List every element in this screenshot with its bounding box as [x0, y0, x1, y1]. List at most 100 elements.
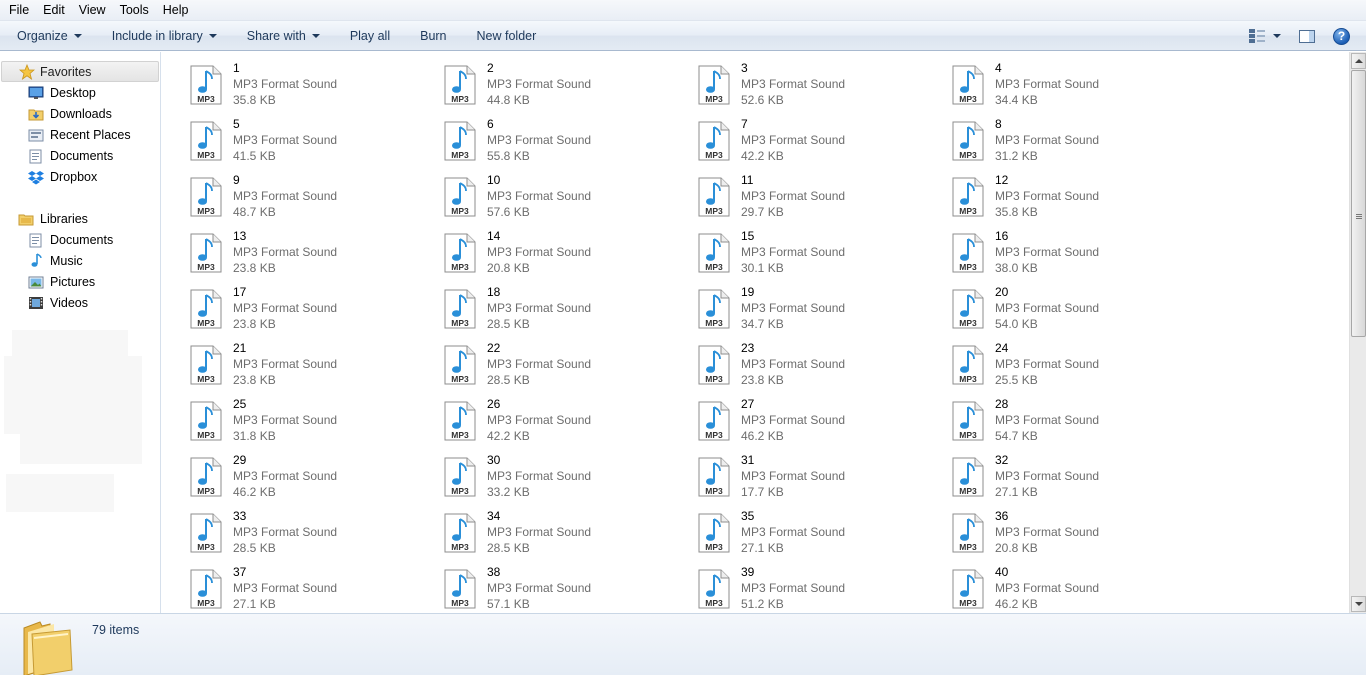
nav-item-pictures[interactable]: Pictures	[28, 271, 95, 292]
file-item[interactable]: MP3 22 MP3 Format Sound 28.5 KB	[442, 340, 682, 390]
svg-text:MP3: MP3	[451, 430, 469, 440]
file-item[interactable]: MP3 32 MP3 Format Sound 27.1 KB	[950, 452, 1190, 502]
svg-text:MP3: MP3	[705, 598, 723, 608]
svg-text:MP3: MP3	[705, 94, 723, 104]
file-item[interactable]: MP3 36 MP3 Format Sound 20.8 KB	[950, 508, 1190, 558]
file-item[interactable]: MP3 7 MP3 Format Sound 42.2 KB	[696, 116, 936, 166]
file-item[interactable]: MP3 11 MP3 Format Sound 29.7 KB	[696, 172, 936, 222]
file-size: 28.5 KB	[487, 317, 530, 331]
file-text: 12 MP3 Format Sound 35.8 KB	[995, 172, 1099, 222]
file-item[interactable]: MP3 9 MP3 Format Sound 48.7 KB	[188, 172, 428, 222]
file-item[interactable]: MP3 3 MP3 Format Sound 52.6 KB	[696, 60, 936, 110]
nav-item-music[interactable]: Music	[28, 250, 83, 271]
file-item[interactable]: MP3 40 MP3 Format Sound 46.2 KB	[950, 564, 1190, 613]
vertical-scrollbar[interactable]	[1349, 52, 1366, 613]
mp3-icon-wrapper: MP3	[950, 508, 988, 556]
redacted-area	[6, 474, 114, 512]
menu-help[interactable]: Help	[156, 0, 196, 21]
file-text: 34 MP3 Format Sound 28.5 KB	[487, 508, 591, 558]
play-all-button[interactable]: Play all	[332, 21, 402, 51]
file-name: 21	[233, 341, 247, 355]
scroll-up-button[interactable]	[1351, 53, 1366, 69]
preview-pane-button[interactable]	[1299, 25, 1315, 47]
file-item[interactable]: MP3 26 MP3 Format Sound 42.2 KB	[442, 396, 682, 446]
file-item[interactable]: MP3 17 MP3 Format Sound 23.8 KB	[188, 284, 428, 334]
file-item[interactable]: MP3 19 MP3 Format Sound 34.7 KB	[696, 284, 936, 334]
file-item[interactable]: MP3 13 MP3 Format Sound 23.8 KB	[188, 228, 428, 278]
menu-tools[interactable]: Tools	[113, 0, 156, 21]
chevron-down-icon	[208, 34, 217, 38]
file-item[interactable]: MP3 25 MP3 Format Sound 31.8 KB	[188, 396, 428, 446]
file-item[interactable]: MP3 29 MP3 Format Sound 46.2 KB	[188, 452, 428, 502]
file-item[interactable]: MP3 5 MP3 Format Sound 41.5 KB	[188, 116, 428, 166]
scroll-down-button[interactable]	[1351, 596, 1366, 612]
mp3-icon-wrapper: MP3	[950, 396, 988, 444]
file-item[interactable]: MP3 8 MP3 Format Sound 31.2 KB	[950, 116, 1190, 166]
organize-label: Organize	[17, 28, 68, 43]
file-item[interactable]: MP3 37 MP3 Format Sound 27.1 KB	[188, 564, 428, 613]
file-item[interactable]: MP3 30 MP3 Format Sound 33.2 KB	[442, 452, 682, 502]
share-with-button[interactable]: Share with	[229, 21, 332, 51]
file-item[interactable]: MP3 38 MP3 Format Sound 57.1 KB	[442, 564, 682, 613]
file-item[interactable]: MP3 6 MP3 Format Sound 55.8 KB	[442, 116, 682, 166]
nav-item-desktop[interactable]: Desktop	[28, 82, 96, 103]
include-in-library-button[interactable]: Include in library	[94, 21, 229, 51]
file-item[interactable]: MP3 10 MP3 Format Sound 57.6 KB	[442, 172, 682, 222]
file-item[interactable]: MP3 35 MP3 Format Sound 27.1 KB	[696, 508, 936, 558]
nav-item-documents[interactable]: Documents	[28, 145, 113, 166]
svg-text:MP3: MP3	[197, 318, 215, 328]
help-button[interactable]: ?	[1333, 25, 1350, 47]
organize-button[interactable]: Organize	[0, 21, 94, 51]
file-name: 31	[741, 453, 755, 467]
command-bar: Organize Include in library Share with P…	[0, 21, 1366, 51]
file-item[interactable]: MP3 18 MP3 Format Sound 28.5 KB	[442, 284, 682, 334]
file-item[interactable]: MP3 39 MP3 Format Sound 51.2 KB	[696, 564, 936, 613]
file-name: 8	[995, 117, 1002, 131]
nav-item-downloads[interactable]: Downloads	[28, 103, 112, 124]
nav-item-library-documents[interactable]: Documents	[28, 229, 113, 250]
file-item[interactable]: MP3 23 MP3 Format Sound 23.8 KB	[696, 340, 936, 390]
file-item[interactable]: MP3 14 MP3 Format Sound 20.8 KB	[442, 228, 682, 278]
nav-item-dropbox[interactable]: Dropbox	[28, 166, 97, 187]
file-type: MP3 Format Sound	[487, 413, 592, 427]
menu-file[interactable]: File	[2, 0, 36, 21]
mp3-icon-wrapper: MP3	[950, 284, 988, 332]
file-item[interactable]: MP3 4 MP3 Format Sound 34.4 KB	[950, 60, 1190, 110]
file-item[interactable]: MP3 16 MP3 Format Sound 38.0 KB	[950, 228, 1190, 278]
menu-view[interactable]: View	[72, 0, 113, 21]
file-size: 25.5 KB	[995, 373, 1038, 387]
file-item[interactable]: MP3 15 MP3 Format Sound 30.1 KB	[696, 228, 936, 278]
change-view-button[interactable]	[1249, 25, 1281, 47]
scroll-thumb[interactable]	[1351, 70, 1366, 337]
file-name: 27	[741, 397, 755, 411]
nav-favorites[interactable]: Favorites	[1, 61, 159, 82]
mp3-file-icon: MP3	[444, 345, 476, 385]
menu-edit[interactable]: Edit	[36, 0, 72, 21]
new-folder-button[interactable]: New folder	[459, 21, 549, 51]
burn-button[interactable]: Burn	[402, 21, 458, 51]
file-item[interactable]: MP3 21 MP3 Format Sound 23.8 KB	[188, 340, 428, 390]
nav-item-videos[interactable]: Videos	[28, 292, 88, 313]
file-type: MP3 Format Sound	[487, 133, 592, 147]
file-item[interactable]: MP3 2 MP3 Format Sound 44.8 KB	[442, 60, 682, 110]
svg-text:MP3: MP3	[959, 150, 977, 160]
file-item[interactable]: MP3 31 MP3 Format Sound 17.7 KB	[696, 452, 936, 502]
file-item[interactable]: MP3 34 MP3 Format Sound 28.5 KB	[442, 508, 682, 558]
file-type: MP3 Format Sound	[741, 133, 846, 147]
file-item[interactable]: MP3 24 MP3 Format Sound 25.5 KB	[950, 340, 1190, 390]
file-item[interactable]: MP3 1 MP3 Format Sound 35.8 KB	[188, 60, 428, 110]
file-item[interactable]: MP3 20 MP3 Format Sound 54.0 KB	[950, 284, 1190, 334]
file-text: 21 MP3 Format Sound 23.8 KB	[233, 340, 337, 390]
file-size: 42.2 KB	[487, 429, 530, 443]
file-item[interactable]: MP3 28 MP3 Format Sound 54.7 KB	[950, 396, 1190, 446]
nav-libraries[interactable]: Libraries	[18, 208, 88, 229]
file-item[interactable]: MP3 12 MP3 Format Sound 35.8 KB	[950, 172, 1190, 222]
nav-item-recent-places[interactable]: Recent Places	[28, 124, 131, 145]
mp3-icon-wrapper: MP3	[442, 564, 480, 612]
mp3-icon-wrapper: MP3	[188, 564, 226, 612]
mp3-file-icon: MP3	[952, 345, 984, 385]
nav-libraries-label: Libraries	[40, 211, 88, 226]
file-item[interactable]: MP3 33 MP3 Format Sound 28.5 KB	[188, 508, 428, 558]
mp3-file-icon: MP3	[952, 457, 984, 497]
file-item[interactable]: MP3 27 MP3 Format Sound 46.2 KB	[696, 396, 936, 446]
